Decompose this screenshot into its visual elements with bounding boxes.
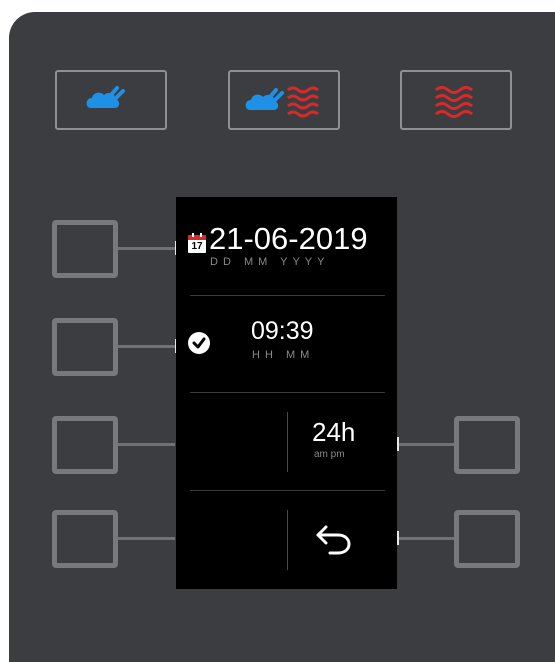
return-arrow-icon	[316, 523, 352, 555]
steam-mode-button[interactable]	[55, 70, 167, 130]
date-select-button[interactable]	[52, 220, 118, 278]
hot-air-icon	[435, 86, 473, 118]
connector-line	[118, 247, 175, 250]
connector-line	[398, 537, 454, 540]
combi-steam-heat-icon	[245, 86, 319, 118]
clock-check-icon	[188, 332, 210, 354]
connector-line	[398, 443, 454, 446]
calendar-day: 17	[191, 241, 203, 252]
connector-line	[118, 443, 175, 446]
time-format-label: HH MM	[252, 349, 315, 361]
time-select-button[interactable]	[52, 318, 118, 376]
time-value: 09:39	[251, 317, 314, 345]
left-button-4[interactable]	[52, 510, 118, 568]
clock-mode-value: 24h	[312, 417, 356, 447]
calendar-icon: 17	[188, 233, 206, 253]
date-value: 21-06-2019	[209, 221, 368, 256]
clock-mode-button[interactable]	[454, 416, 520, 474]
column-divider	[287, 412, 288, 472]
connector-line	[118, 345, 175, 348]
display-screen: 17 21-06-2019 DD MM YYYY 09:39 HH MM 24h…	[176, 197, 397, 589]
heat-mode-button[interactable]	[400, 70, 512, 130]
row-divider	[190, 295, 385, 296]
connector-line	[118, 537, 175, 540]
steam-icon	[86, 86, 125, 108]
date-format-label: DD MM YYYY	[210, 256, 330, 268]
clock-mode-subtitle: am pm	[314, 449, 345, 460]
column-divider	[287, 510, 288, 570]
combi-mode-button[interactable]	[228, 70, 340, 130]
row-divider	[190, 392, 385, 393]
row-divider	[190, 490, 385, 491]
left-button-3[interactable]	[52, 416, 118, 474]
back-button[interactable]	[454, 510, 520, 568]
